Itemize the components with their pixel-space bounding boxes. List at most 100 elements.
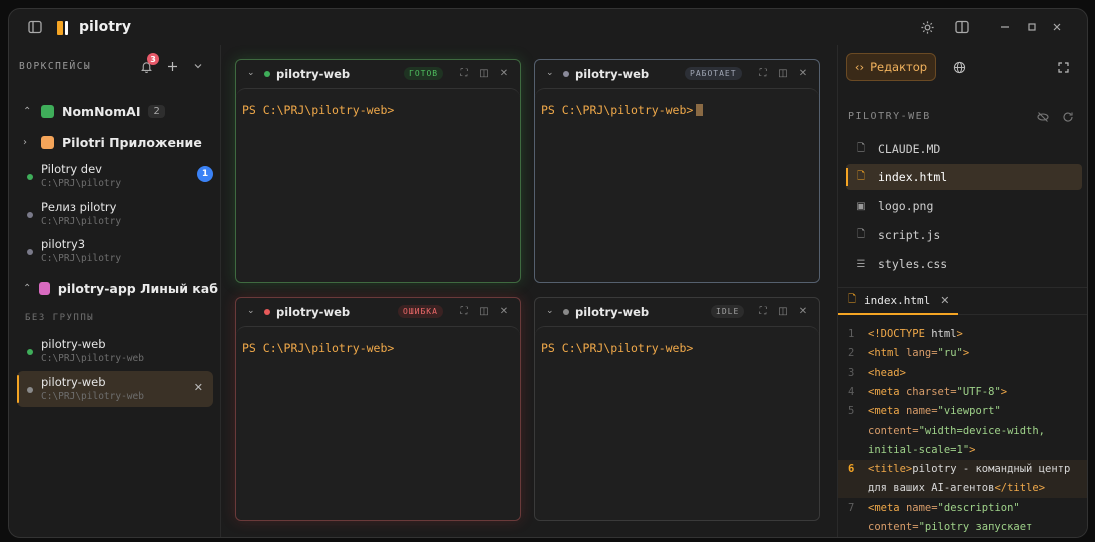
editor-tab-button[interactable]: ‹› Редактор	[846, 53, 936, 81]
group-count: 2	[148, 104, 165, 118]
line-number: 3	[848, 366, 855, 379]
group-color-square	[39, 281, 50, 295]
code-line: 5 <meta name="viewport"	[838, 402, 1087, 421]
line-number: 5	[848, 405, 855, 418]
line-number: 7	[848, 501, 855, 514]
project-label: PILOTRY-WEB	[848, 111, 931, 122]
workspace-item[interactable]: pilotry-web C:\PRJ\pilotry-web	[17, 333, 213, 369]
group-name: Pilotri Приложение	[62, 134, 202, 150]
close-icon[interactable]: ✕	[194, 381, 203, 394]
close-icon[interactable]: ✕	[498, 305, 510, 317]
image-icon: ▣	[856, 200, 866, 212]
terminal-body[interactable]: PS C:\PRJ\pilotry-web>	[236, 88, 520, 282]
terminal-body[interactable]: PS C:\PRJ\pilotry-web>	[236, 326, 520, 520]
line-number: 4	[848, 385, 855, 398]
app-window: pilotry ВОРКСПЕЙСЫ 3 ⌃ NomNomAI 2 › Pilo…	[8, 8, 1088, 538]
chevron-down-icon[interactable]: ⌄	[546, 306, 554, 316]
file-name: styles.css	[878, 257, 948, 271]
fullscreen-icon[interactable]	[1054, 58, 1072, 76]
workspace-name: Pilotry dev	[41, 162, 102, 176]
expand-icon[interactable]: ⛶	[458, 305, 470, 317]
terminal-pane[interactable]: ⌄ pilotry-web ГОТОВ ⛶ ◫ ✕ PS C:\PRJ\pilo…	[235, 59, 521, 283]
terminal-header: ⌄ pilotry-web ГОТОВ ⛶ ◫ ✕	[236, 60, 520, 88]
split-icon[interactable]: ◫	[777, 305, 789, 317]
code-text: <head>	[868, 366, 906, 379]
expand-icon[interactable]: ⛶	[757, 67, 769, 79]
line-number: 2	[848, 347, 855, 360]
terminal-pane[interactable]: ⌄ pilotry-web РАБОТАЕТ ⛶ ◫ ✕ PS C:\PRJ\p…	[534, 59, 820, 283]
close-icon[interactable]: ✕	[498, 67, 510, 79]
file-item-active[interactable]: 🗋 index.html	[846, 164, 1082, 190]
file-item[interactable]: 🗋 CLAUDE.MD	[846, 136, 1082, 162]
group-color-square	[41, 135, 54, 149]
terminal-prompt: PS C:\PRJ\pilotry-web>	[242, 103, 395, 117]
status-badge: ГОТОВ	[404, 67, 444, 80]
tab-index-html[interactable]: 🗋 index.html ✕	[838, 288, 958, 315]
workspace-item[interactable]: Релиз pilotry C:\PRJ\pilotry	[17, 196, 213, 232]
expand-icon[interactable]: ⛶	[458, 67, 470, 79]
terminal-header: ⌄ pilotry-web РАБОТАЕТ ⛶ ◫ ✕	[535, 60, 819, 88]
terminal-pane[interactable]: ⌄ pilotry-web IDLE ⛶ ◫ ✕ PS C:\PRJ\pilot…	[534, 297, 820, 521]
editor-tab-bar: 🗋 index.html ✕	[838, 287, 1087, 315]
split-icon[interactable]: ◫	[478, 67, 490, 79]
close-icon[interactable]: ✕	[797, 67, 809, 79]
chevron-down-icon[interactable]: ⌄	[247, 68, 255, 78]
maximize-icon[interactable]	[1022, 17, 1042, 37]
status-dot	[27, 349, 33, 355]
status-dot	[27, 249, 33, 255]
terminal-pane[interactable]: ⌄ pilotry-web ОШИБКА ⛶ ◫ ✕ PS C:\PRJ\pil…	[235, 297, 521, 521]
terminal-body[interactable]: PS C:\PRJ\pilotry-web>	[535, 88, 819, 282]
terminal-body[interactable]: PS C:\PRJ\pilotry-web>	[535, 326, 819, 520]
chevron-down-icon[interactable]	[189, 57, 207, 75]
code-brackets-icon: ‹›	[854, 60, 865, 74]
file-icon: 🗋	[848, 294, 857, 305]
code-line: 2 <html lang="ru">	[838, 344, 1087, 363]
chevron-down-icon[interactable]: ⌄	[247, 306, 255, 316]
terminal-header: ⌄ pilotry-web IDLE ⛶ ◫ ✕	[535, 298, 819, 326]
group-nomnomai[interactable]: ⌃ NomNomAI 2	[23, 101, 219, 121]
file-item[interactable]: 🗋 script.js	[846, 222, 1082, 248]
code-line: 6 <title>pilotry - командный центр	[838, 460, 1087, 480]
terminal-header: ⌄ pilotry-web ОШИБКА ⛶ ◫ ✕	[236, 298, 520, 326]
toggle-sidebar-icon[interactable]	[25, 17, 45, 37]
group-pilotri[interactable]: › Pilotri Приложение	[23, 132, 219, 152]
code-text: <!DOCTYPE html>	[868, 328, 963, 340]
line-number: 1	[848, 328, 855, 340]
layout-panel-icon[interactable]	[952, 17, 972, 37]
add-workspace-icon[interactable]	[163, 57, 181, 75]
code-text: initial-scale=1">	[868, 443, 976, 456]
terminal-cursor	[696, 104, 704, 116]
terminal-name: pilotry-web	[276, 305, 351, 319]
code-line: content="width=device-width,	[838, 422, 1087, 441]
file-item[interactable]: ☰ styles.css	[846, 251, 1082, 277]
close-window-icon[interactable]	[1047, 17, 1067, 37]
editor-panel: ‹› Редактор PILOTRY-WEB 🗋 CLAUDE.MD 🗋 in…	[837, 45, 1087, 537]
status-badge: РАБОТАЕТ	[685, 67, 742, 80]
split-icon[interactable]: ◫	[777, 67, 789, 79]
code-line: для ваших AI-агентов</title>	[838, 479, 1087, 499]
file-name: logo.png	[878, 199, 934, 213]
chevron-down-icon[interactable]: ⌄	[546, 68, 554, 78]
terminal-name: pilotry-web	[575, 67, 650, 81]
minimize-icon[interactable]	[995, 17, 1015, 37]
code-editor[interactable]: 1 <!DOCTYPE html> 2 <html lang="ru"> 3 <head>…	[838, 325, 1087, 537]
unread-badge: 1	[197, 166, 213, 182]
split-icon[interactable]: ◫	[478, 305, 490, 317]
eye-off-icon[interactable]	[1034, 108, 1052, 126]
refresh-icon[interactable]	[1059, 108, 1077, 126]
group-pilotry-app[interactable]: ⌃ pilotry-app Линый кабинет	[23, 278, 219, 298]
file-item[interactable]: ▣ logo.png	[846, 193, 1082, 219]
file-name: CLAUDE.MD	[878, 142, 941, 156]
workspace-name: pilotry-web	[41, 375, 106, 389]
globe-icon[interactable]	[950, 58, 968, 76]
workspace-item[interactable]: pilotry3 C:\PRJ\pilotry	[17, 233, 213, 269]
workspace-item-active[interactable]: pilotry-web C:\PRJ\pilotry-web ✕	[17, 371, 213, 407]
settings-icon[interactable]	[917, 17, 937, 37]
close-icon[interactable]: ✕	[940, 294, 949, 307]
expand-icon[interactable]: ⛶	[757, 305, 769, 317]
file-icon: 🗋	[856, 228, 866, 240]
app-logo	[57, 19, 73, 35]
workspace-item[interactable]: Pilotry dev C:\PRJ\pilotry 1	[17, 158, 213, 194]
code-text: для ваших AI-агентов</title>	[868, 482, 1046, 495]
close-icon[interactable]: ✕	[797, 305, 809, 317]
